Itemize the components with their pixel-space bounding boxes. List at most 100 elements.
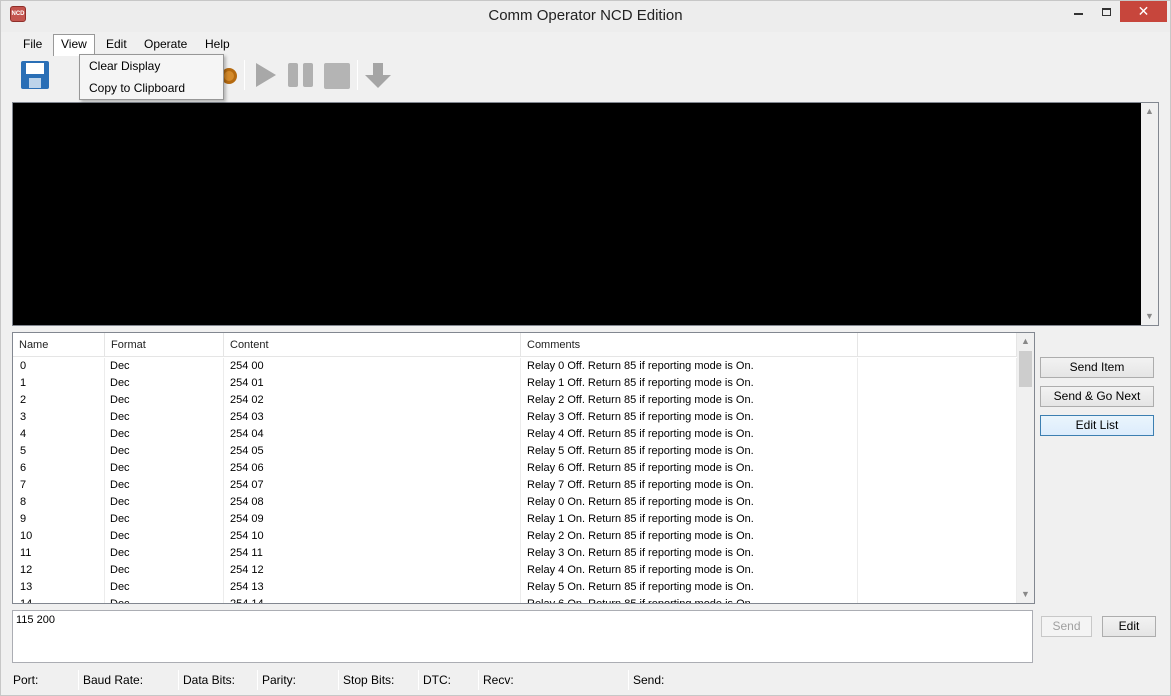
menu-view[interactable]: View (53, 34, 95, 56)
cell-name: 14 (13, 596, 105, 603)
cell-format: Dec (105, 358, 224, 375)
edit-button[interactable]: Edit (1102, 616, 1156, 637)
close-icon: ✕ (1137, 3, 1150, 19)
status-bar: Port: Baud Rate: Data Bits: Parity: Stop… (1, 667, 1170, 695)
send-input[interactable]: 115 200 (12, 610, 1033, 663)
scroll-up-icon[interactable]: ▲ (1017, 333, 1034, 350)
cell-blank (858, 409, 1017, 426)
terminal-display[interactable]: ▲ ▼ (12, 102, 1159, 326)
cell-format: Dec (105, 545, 224, 562)
minimize-icon (1074, 12, 1083, 15)
cell-comments: Relay 0 On. Return 85 if reporting mode … (521, 494, 858, 511)
cell-content: 254 08 (224, 494, 521, 511)
send-and-go-next-button[interactable]: Send & Go Next (1040, 386, 1154, 407)
title-bar: NCD Comm Operator NCD Edition ✕ (1, 1, 1170, 32)
cell-blank (858, 426, 1017, 443)
cell-format: Dec (105, 375, 224, 392)
menu-item-clear-display[interactable]: Clear Display (81, 56, 222, 77)
cell-format: Dec (105, 562, 224, 579)
cell-name: 7 (13, 477, 105, 494)
column-header-format[interactable]: Format (105, 333, 224, 357)
cell-name: 9 (13, 511, 105, 528)
cell-format: Dec (105, 596, 224, 603)
cell-content: 254 13 (224, 579, 521, 596)
send-button[interactable]: Send (1041, 616, 1092, 637)
cell-format: Dec (105, 477, 224, 494)
minimize-button[interactable] (1064, 1, 1093, 22)
cell-blank (858, 562, 1017, 579)
view-dropdown-menu: Clear Display Copy to Clipboard (79, 54, 224, 100)
scroll-up-icon[interactable]: ▲ (1141, 103, 1158, 120)
cell-content: 254 04 (224, 426, 521, 443)
cell-name: 2 (13, 392, 105, 409)
table-row[interactable]: 1 Dec 254 01 Relay 1 Off. Return 85 if repo… (13, 375, 1017, 392)
menu-operate[interactable]: Operate (137, 34, 194, 54)
cell-blank (858, 528, 1017, 545)
maximize-button[interactable] (1093, 1, 1120, 22)
status-port: Port: (13, 673, 39, 687)
menu-file[interactable]: File (16, 34, 49, 54)
terminal-scrollbar[interactable]: ▲ ▼ (1141, 103, 1158, 325)
cell-comments: Relay 4 Off. Return 85 if reporting mode… (521, 426, 858, 443)
scroll-down-icon[interactable]: ▼ (1017, 586, 1034, 603)
table-row[interactable]: 3 Dec 254 03 Relay 3 Off. Return 85 if repo… (13, 409, 1017, 426)
column-header-blank (858, 333, 1017, 357)
table-row[interactable]: 5 Dec 254 05 Relay 5 Off. Return 85 if repo… (13, 443, 1017, 460)
list-scrollbar[interactable]: ▲ ▼ (1017, 333, 1034, 603)
pause-button[interactable] (286, 60, 316, 90)
cell-name: 12 (13, 562, 105, 579)
table-row[interactable]: 8 Dec 254 08 Relay 0 On. Return 85 if repor… (13, 494, 1017, 511)
stop-button[interactable] (322, 60, 352, 90)
cell-comments: Relay 1 Off. Return 85 if reporting mode… (521, 375, 858, 392)
table-row[interactable]: 4 Dec 254 04 Relay 4 Off. Return 85 if repo… (13, 426, 1017, 443)
cell-content: 254 12 (224, 562, 521, 579)
cell-blank (858, 460, 1017, 477)
column-header-content[interactable]: Content (224, 333, 521, 357)
menu-help[interactable]: Help (198, 34, 237, 54)
table-row[interactable]: 6 Dec 254 06 Relay 6 Off. Return 85 if repo… (13, 460, 1017, 477)
edit-list-button[interactable]: Edit List (1040, 415, 1154, 436)
close-button[interactable]: ✕ (1120, 1, 1167, 22)
maximize-icon (1102, 7, 1111, 16)
app-window: NCD Comm Operator NCD Edition ✕ File Vie… (0, 0, 1171, 696)
send-item-button[interactable]: Send Item (1040, 357, 1154, 378)
table-row[interactable]: 14 Dec 254 14 Relay 6 On. Return 85 if repo… (13, 596, 1017, 603)
cell-blank (858, 579, 1017, 596)
cell-content: 254 06 (224, 460, 521, 477)
table-row[interactable]: 0 Dec 254 00 Relay 0 Off. Return 85 if repo… (13, 358, 1017, 375)
cell-format: Dec (105, 443, 224, 460)
cell-format: Dec (105, 511, 224, 528)
table-row[interactable]: 12 Dec 254 12 Relay 4 On. Return 85 if repo… (13, 562, 1017, 579)
save-button[interactable] (19, 60, 49, 90)
cell-name: 6 (13, 460, 105, 477)
menu-item-copy-to-clipboard[interactable]: Copy to Clipboard (81, 78, 222, 99)
cell-blank (858, 392, 1017, 409)
table-row[interactable]: 2 Dec 254 02 Relay 2 Off. Return 85 if repo… (13, 392, 1017, 409)
table-row[interactable]: 11 Dec 254 11 Relay 3 On. Return 85 if repo… (13, 545, 1017, 562)
cell-content: 254 09 (224, 511, 521, 528)
cell-content: 254 05 (224, 443, 521, 460)
cell-name: 1 (13, 375, 105, 392)
download-button[interactable] (363, 60, 393, 90)
play-button[interactable] (250, 60, 280, 90)
table-row[interactable]: 7 Dec 254 07 Relay 7 Off. Return 85 if repo… (13, 477, 1017, 494)
scroll-down-icon[interactable]: ▼ (1141, 308, 1158, 325)
cell-name: 8 (13, 494, 105, 511)
toolbar-separator (244, 60, 245, 90)
cell-content: 254 02 (224, 392, 521, 409)
cell-content: 254 03 (224, 409, 521, 426)
table-row[interactable]: 13 Dec 254 13 Relay 5 On. Return 85 if repo… (13, 579, 1017, 596)
scroll-thumb[interactable] (1019, 351, 1032, 387)
column-header-comments[interactable]: Comments (521, 333, 858, 357)
status-parity: Parity: (262, 673, 297, 687)
table-row[interactable]: 10 Dec 254 10 Relay 2 On. Return 85 if repo… (13, 528, 1017, 545)
cell-comments: Relay 6 On. Return 85 if reporting mode … (521, 596, 858, 603)
window-title: Comm Operator NCD Edition (488, 7, 683, 24)
column-header-name[interactable]: Name (13, 333, 105, 357)
toolbar-separator (357, 60, 358, 90)
table-row[interactable]: 9 Dec 254 09 Relay 1 On. Return 85 if repor… (13, 511, 1017, 528)
cell-format: Dec (105, 409, 224, 426)
menu-edit[interactable]: Edit (99, 34, 134, 54)
cell-content: 254 11 (224, 545, 521, 562)
cell-content: 254 07 (224, 477, 521, 494)
